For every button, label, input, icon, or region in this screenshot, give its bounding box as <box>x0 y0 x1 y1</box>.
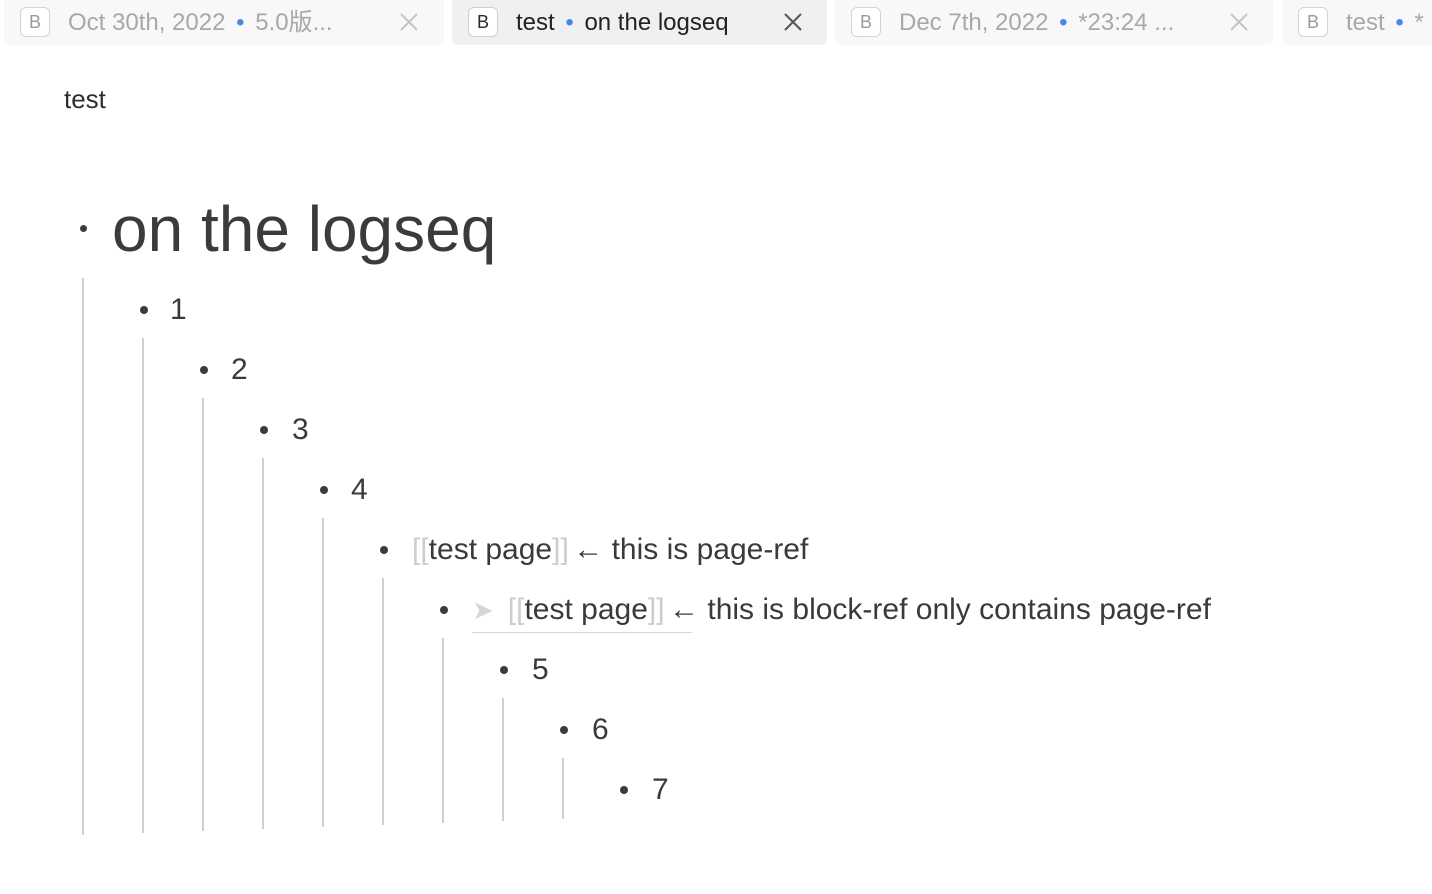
block-1[interactable]: 1 <box>170 280 187 340</box>
block-4[interactable]: 4 <box>351 460 368 520</box>
block-bullet[interactable] <box>200 366 208 374</box>
block-bullet[interactable] <box>140 306 148 314</box>
block-guide-line[interactable] <box>202 398 204 831</box>
block-ref-arrow-icon[interactable]: ➤ <box>472 595 494 626</box>
tab-oct-30[interactable]: B Oct 30th, 2022 • 5.0版... <box>4 0 444 45</box>
page-ref-close-bracket: ]] <box>552 533 569 566</box>
page-icon: B <box>1298 7 1328 37</box>
block-content: 5 <box>532 653 549 686</box>
block-content: 2 <box>231 353 248 386</box>
heading-block[interactable]: on the logseq <box>112 184 496 274</box>
tab-test-2[interactable]: B test • * <box>1282 0 1432 45</box>
page-ref-close-bracket: ]] <box>647 593 665 626</box>
block-3[interactable]: 3 <box>292 400 309 460</box>
tab-dec-7[interactable]: B Dec 7th, 2022 • *23:24 ... <box>835 0 1273 45</box>
tab-test-active[interactable]: B test • on the logseq <box>452 0 827 45</box>
tab-title: Dec 7th, 2022 • *23:24 ... <box>899 9 1175 36</box>
block-ref-link[interactable]: test page <box>524 593 647 627</box>
block-bullet[interactable] <box>560 726 568 734</box>
block-content: ← this is page-ref <box>573 533 809 566</box>
block-bullet[interactable] <box>80 225 87 232</box>
block-page-ref[interactable]: [[test page]] ← this is page-ref <box>412 520 808 580</box>
block-6[interactable]: 6 <box>592 700 609 760</box>
page-icon: B <box>851 7 881 37</box>
close-icon[interactable] <box>399 12 419 32</box>
block-block-ref[interactable]: ➤ [[test page]] ← this is block-ref only … <box>472 580 1211 640</box>
block-guide-line[interactable] <box>382 578 384 825</box>
page-ref-open-bracket: [[ <box>507 593 525 626</box>
block-bullet[interactable] <box>320 486 328 494</box>
block-content: 6 <box>592 713 609 746</box>
block-bullet[interactable] <box>260 426 268 434</box>
page-icon: B <box>20 7 50 37</box>
block-guide-line[interactable] <box>262 458 264 829</box>
tab-title: Oct 30th, 2022 • 5.0版... <box>68 9 333 36</box>
page-icon: B <box>468 7 498 37</box>
block-bullet[interactable] <box>440 606 448 614</box>
block-2[interactable]: 2 <box>231 340 248 400</box>
close-icon[interactable] <box>1229 12 1249 32</box>
tab-title: test • on the logseq <box>516 9 729 36</box>
block-content: 3 <box>292 413 309 446</box>
close-icon[interactable] <box>783 12 803 32</box>
block-content: 4 <box>351 473 368 506</box>
page-ref-link[interactable]: test page <box>429 533 552 567</box>
block-bullet[interactable] <box>500 666 508 674</box>
block-guide-line[interactable] <box>82 278 84 835</box>
block-content: 7 <box>652 773 669 806</box>
block-guide-line[interactable] <box>322 518 324 827</box>
block-guide-line[interactable] <box>562 758 564 819</box>
page-title[interactable]: test <box>64 80 106 118</box>
block-bullet[interactable] <box>620 786 628 794</box>
page-ref-open-bracket: [[ <box>412 533 429 566</box>
block-guide-line[interactable] <box>142 338 144 833</box>
tab-title: test • * <box>1346 9 1424 36</box>
block-bullet[interactable] <box>380 546 388 554</box>
block-guide-line[interactable] <box>502 698 504 821</box>
tab-bar: B Oct 30th, 2022 • 5.0版... B test • on t… <box>0 0 1432 48</box>
block-content: ← this is block-ref only contains page-r… <box>669 593 1211 626</box>
block-ref-underline <box>472 632 692 633</box>
block-5[interactable]: 5 <box>532 640 549 700</box>
block-7[interactable]: 7 <box>652 760 669 820</box>
block-guide-line[interactable] <box>442 638 444 823</box>
block-content: 1 <box>170 293 187 326</box>
